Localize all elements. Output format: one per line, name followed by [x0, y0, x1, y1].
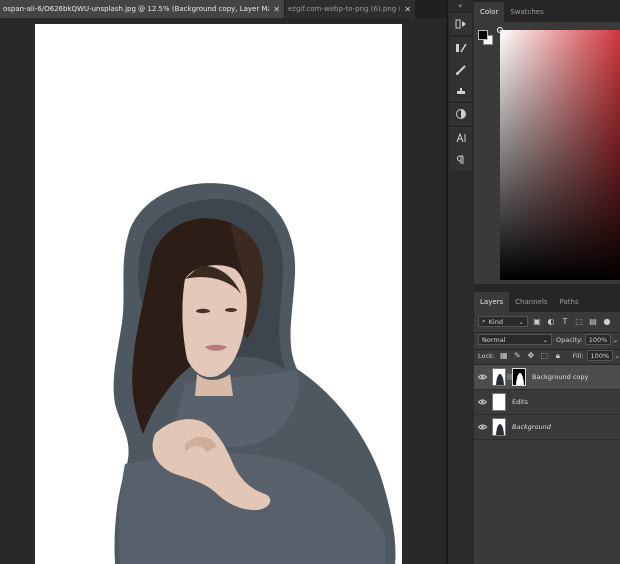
document-canvas[interactable] — [35, 24, 402, 564]
filter-kind-label: Kind — [488, 317, 503, 326]
document-tab-title: ezgif.com-webp-to-png (6).png @ ... — [288, 5, 400, 13]
lock-label: Lock: — [478, 351, 496, 360]
close-icon[interactable]: ✕ — [404, 5, 411, 14]
lock-transparent-icon[interactable]: ▦ — [499, 351, 509, 361]
lock-position-icon[interactable]: ✥ — [526, 351, 536, 361]
document-tab-active[interactable]: ospan-ali-6/O626bkQWU-unsplash.jpg @ 12.… — [0, 0, 284, 18]
blend-mode-select[interactable]: Normal ⌄ — [478, 334, 552, 345]
clone-source-icon[interactable] — [450, 81, 472, 103]
layers-panel-tabs: Layers Channels Paths — [474, 292, 620, 312]
fill-value: 100% — [590, 351, 610, 360]
tab-layers[interactable]: Layers — [474, 292, 510, 312]
icon-group-brush — [450, 36, 472, 103]
layer-name: Background copy — [532, 373, 589, 381]
layer-row-background-copy[interactable]: ⛓ Background copy — [474, 365, 620, 390]
lock-artboard-icon[interactable]: ⬚ — [540, 351, 550, 361]
blend-row: Normal ⌄ Opacity: 100% ⌄ — [474, 334, 620, 345]
filter-kind-select[interactable]: ⌕ Kind ⌄ — [478, 316, 528, 327]
panel-separator — [474, 284, 620, 292]
panel-icon-strip: « — [448, 0, 474, 564]
lock-all-icon[interactable]: 🔒︎ — [553, 351, 563, 361]
filter-type-icon[interactable]: T — [560, 317, 570, 327]
chevron-down-icon[interactable]: ⌄ — [613, 336, 618, 344]
search-icon: ⌕ — [482, 317, 486, 325]
brush-icon[interactable] — [450, 59, 472, 81]
icon-group-type — [450, 126, 472, 171]
character-icon[interactable] — [450, 127, 472, 149]
color-picker-field[interactable] — [500, 30, 620, 280]
color-panel-tabs: Color Swatches — [474, 0, 620, 22]
photo-image — [113, 183, 396, 564]
fill-input[interactable]: 100% — [586, 350, 613, 361]
history-icon[interactable] — [450, 13, 472, 35]
color-panel — [474, 22, 620, 284]
blend-mode-label: Normal — [482, 335, 506, 344]
chevron-down-icon: ⌄ — [518, 317, 524, 326]
layer-mask-thumbnail[interactable] — [512, 368, 526, 386]
right-panels: Color Swatches Layers Channels Paths ⌕ K… — [474, 0, 620, 564]
layer-name: Edits — [512, 398, 528, 406]
layer-filter-row: ⌕ Kind ⌄ ▣ ◐ T ⬚ ▤ ● — [474, 316, 620, 327]
filter-smart-object-icon[interactable]: ▤ — [588, 317, 598, 327]
document-tab-inactive[interactable]: ezgif.com-webp-to-png (6).png @ ... ✕ — [285, 0, 415, 18]
lock-image-icon[interactable]: ✎ — [513, 351, 523, 361]
layer-row-edits[interactable]: Edits — [474, 390, 620, 415]
filter-pixel-icon[interactable]: ▣ — [532, 317, 542, 327]
collapse-icon[interactable]: « — [458, 2, 462, 10]
fill-label: Fill: — [572, 351, 584, 360]
divider — [474, 332, 620, 333]
chevron-down-icon: ⌄ — [542, 335, 548, 344]
layer-thumbnail[interactable] — [492, 418, 506, 436]
opacity-value: 100% — [588, 335, 608, 344]
tab-channels[interactable]: Channels — [509, 292, 553, 312]
document-tab-title: ospan-ali-6/O626bkQWU-unsplash.jpg @ 12.… — [3, 5, 270, 13]
layer-thumbnail[interactable] — [492, 393, 506, 411]
tab-swatches[interactable]: Swatches — [504, 2, 549, 22]
icon-group-history — [450, 12, 472, 35]
filter-shape-icon[interactable]: ⬚ — [574, 317, 584, 327]
eye-icon[interactable] — [474, 399, 490, 405]
opacity-label: Opacity: — [556, 335, 583, 344]
eye-icon[interactable] — [474, 374, 490, 380]
opacity-input[interactable]: 100% — [584, 334, 611, 345]
document-tab-bar: ospan-ali-6/O626bkQWU-unsplash.jpg @ 12.… — [0, 0, 446, 18]
adjustments-icon[interactable] — [450, 103, 472, 125]
brush-settings-icon[interactable] — [450, 37, 472, 59]
color-picker-cursor[interactable] — [497, 27, 503, 33]
close-icon[interactable]: ✕ — [273, 5, 280, 14]
layer-thumbnail[interactable] — [492, 368, 506, 386]
layer-row-background[interactable]: Background — [474, 415, 620, 440]
lock-row: Lock: ▦ ✎ ✥ ⬚ 🔒︎ Fill: 100% ⌄ — [474, 350, 620, 361]
eye-icon[interactable] — [474, 424, 490, 430]
tab-color[interactable]: Color — [474, 2, 505, 22]
layer-name: Background — [512, 423, 551, 431]
foreground-color-swatch[interactable] — [478, 30, 488, 40]
filter-adjustment-icon[interactable]: ◐ — [546, 317, 556, 327]
layers-panel: Layers Channels Paths ⌕ Kind ⌄ ▣ ◐ T ⬚ ▤… — [474, 292, 620, 564]
filter-toggle-icon[interactable]: ● — [602, 317, 612, 327]
paragraph-icon[interactable] — [450, 149, 472, 171]
canvas-area[interactable] — [0, 18, 446, 564]
tab-paths[interactable]: Paths — [554, 292, 585, 312]
chevron-down-icon[interactable]: ⌄ — [615, 352, 620, 360]
